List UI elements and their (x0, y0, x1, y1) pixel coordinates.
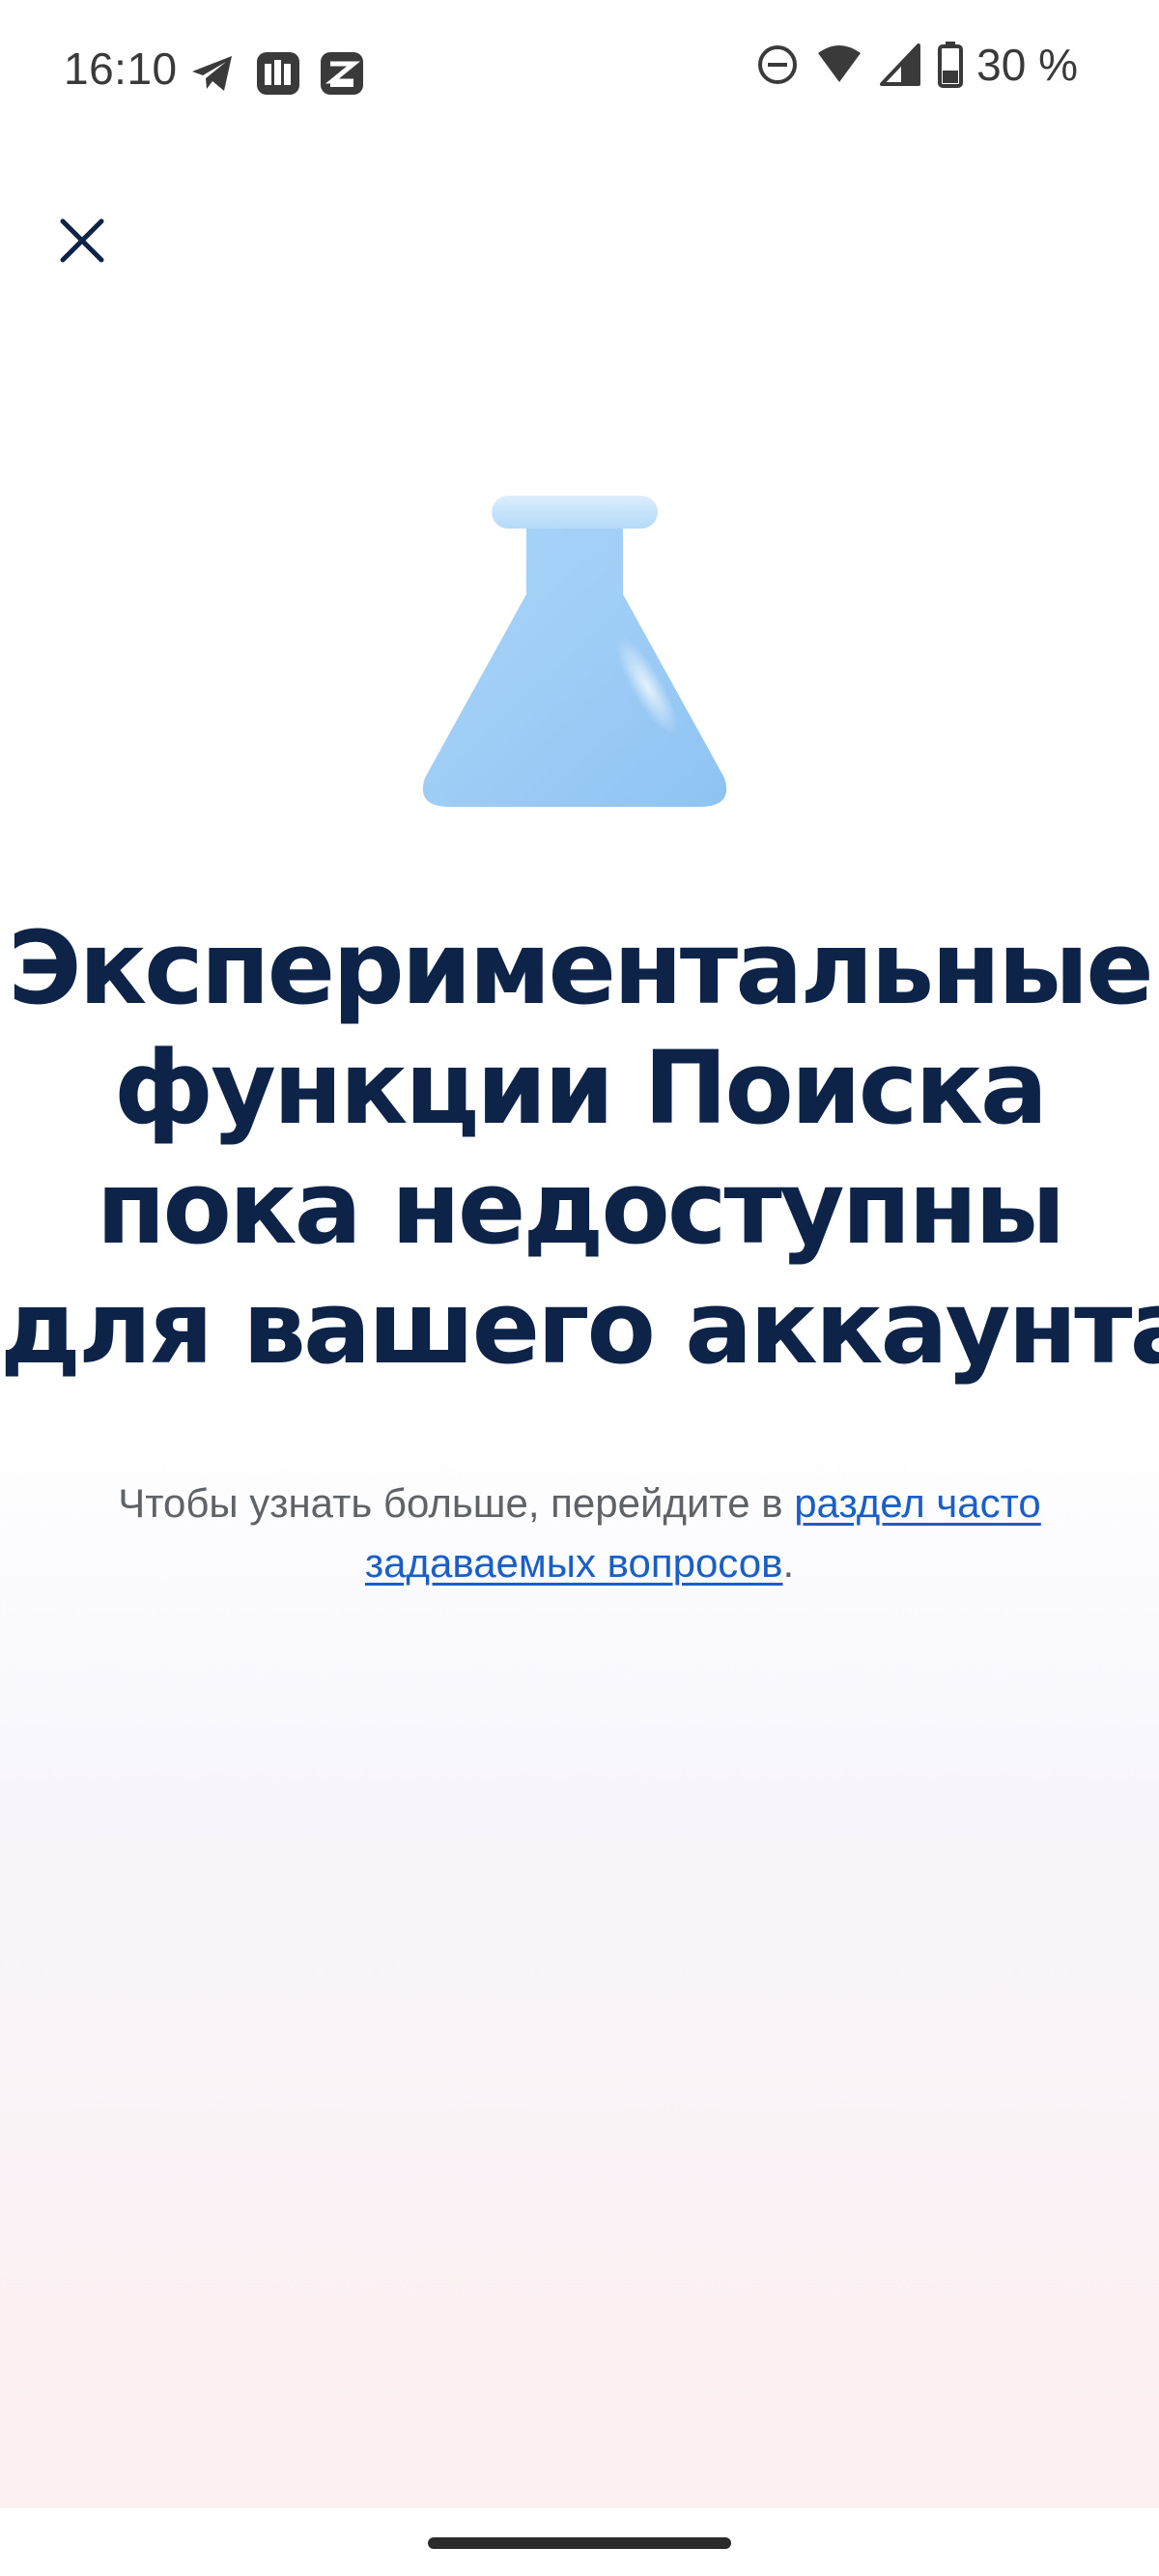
status-time: 16:10 (64, 43, 178, 94)
title-line: Экспериментальные (8, 909, 1154, 1027)
info-text-suffix: . (782, 1540, 795, 1586)
flask-icon (422, 496, 727, 807)
wifi-icon (818, 45, 862, 82)
home-gesture-handle[interactable] (428, 2537, 731, 2549)
info-text-prefix: Чтобы узнать больше, перейдите в (118, 1480, 795, 1526)
close-button[interactable] (44, 203, 120, 278)
title-line: функции Поиска (113, 1029, 1048, 1147)
close-icon (60, 218, 104, 263)
battery-percent: 30 % (976, 40, 1078, 90)
battery-icon (938, 42, 964, 88)
title-line: пока недоступны (96, 1149, 1066, 1267)
cellular-signal-icon (880, 43, 921, 86)
navigation-bar (0, 2508, 1159, 2576)
title-line: для вашего аккаунта (0, 1269, 1159, 1387)
info-text: Чтобы узнать больше, перейдите в раздел … (58, 1474, 1101, 1593)
notification-app-icon (257, 52, 299, 95)
status-right-icons: 30 % (756, 39, 1078, 91)
do-not-disturb-icon (758, 45, 798, 84)
notification-app-2-icon (321, 52, 363, 95)
page-title: Экспериментальные функции Поиска пока не… (0, 908, 1159, 1388)
status-bar: 16:10 30 % (0, 0, 1159, 145)
telegram-icon (192, 56, 232, 91)
